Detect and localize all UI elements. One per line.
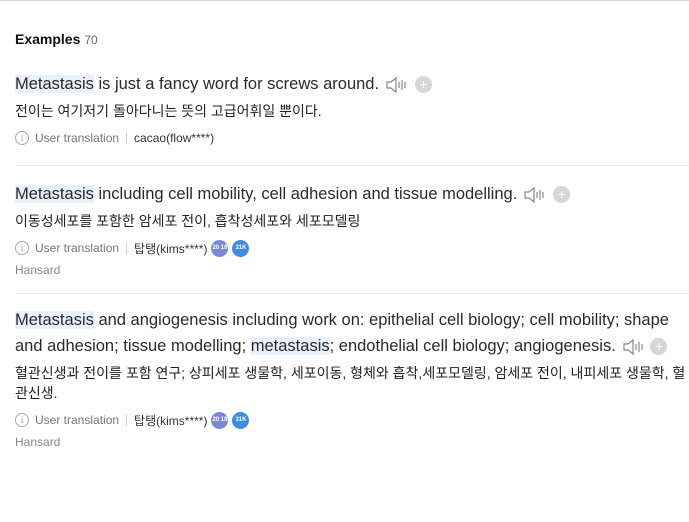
translator-user[interactable]: 탑탱(kims****) bbox=[134, 240, 207, 257]
example-translation: 전이는 여기저기 돌아다니는 뜻의 고급어휘일 뿐이다. bbox=[15, 103, 322, 119]
meta-separator bbox=[126, 132, 128, 144]
info-icon[interactable]: i bbox=[15, 131, 29, 145]
user-translation-label: User translation bbox=[35, 413, 120, 427]
translation-meta: i User translation 탑탱(kims****) 20 18 31… bbox=[15, 239, 689, 257]
user-level-badge: 20 18 bbox=[211, 411, 229, 429]
user-level-badge: 20 18 bbox=[211, 239, 229, 257]
highlight-term[interactable]: metastasis bbox=[250, 337, 330, 355]
sentence-text: is just a fancy word for screws around. bbox=[93, 75, 380, 93]
section-title: Examples bbox=[15, 31, 81, 47]
highlight-term[interactable]: Metastasis bbox=[15, 75, 94, 93]
translator-user[interactable]: 탑탱(kims****) bbox=[134, 412, 207, 429]
example-source: Hansard bbox=[15, 435, 61, 449]
example-item-3: Metastasis and angiogenesis including wo… bbox=[15, 307, 689, 449]
sentence-text: including cell mobility, cell adhesion a… bbox=[93, 185, 518, 203]
highlight-term[interactable]: Metastasis bbox=[15, 185, 94, 203]
meta-separator bbox=[126, 414, 128, 426]
user-translation-label: User translation bbox=[35, 131, 120, 145]
user-points-badge: 31K bbox=[232, 411, 250, 429]
speaker-icon[interactable] bbox=[622, 337, 646, 357]
translator-user[interactable]: cacao(flow****) bbox=[134, 131, 214, 145]
examples-list: Examples 70 Metastasis is just a fancy wo… bbox=[0, 0, 689, 457]
translation-meta: i User translation cacao(flow****) bbox=[15, 129, 689, 147]
example-divider bbox=[15, 293, 689, 294]
speaker-icon[interactable] bbox=[385, 75, 409, 95]
meta-separator bbox=[126, 242, 128, 254]
example-source: Hansard bbox=[15, 263, 61, 277]
add-to-wordbook-icon[interactable]: + bbox=[415, 76, 433, 94]
example-sentence: Metastasis including cell mobility, cell… bbox=[15, 181, 689, 207]
example-item-2: Metastasis including cell mobility, cell… bbox=[15, 181, 689, 277]
example-translation: 이동성세포를 포함한 암세포 전이, 흡착성세포와 세포모델링 bbox=[15, 213, 361, 229]
info-icon[interactable]: i bbox=[15, 413, 29, 427]
example-sentence: Metastasis is just a fancy word for scre… bbox=[15, 71, 689, 97]
speaker-icon[interactable] bbox=[523, 185, 547, 205]
example-translation: 혈관신생과 전이를 포함 연구; 상피세포 생물학, 세포이동, 형체와 흡착,… bbox=[15, 365, 686, 401]
translation-meta: i User translation 탑탱(kims****) 20 18 31… bbox=[15, 411, 689, 429]
add-to-wordbook-icon[interactable]: + bbox=[650, 338, 668, 356]
example-count: 70 bbox=[84, 33, 98, 47]
example-divider bbox=[15, 165, 689, 166]
user-translation-label: User translation bbox=[35, 241, 120, 255]
section-header: Examples 70 bbox=[15, 31, 98, 47]
sentence-text: ; endothelial cell biology; angiogenesis… bbox=[329, 337, 616, 355]
info-icon[interactable]: i bbox=[15, 241, 29, 255]
add-to-wordbook-icon[interactable]: + bbox=[553, 186, 571, 204]
user-points-badge: 31K bbox=[232, 239, 250, 257]
highlight-term[interactable]: Metastasis bbox=[15, 311, 94, 329]
example-sentence: Metastasis and angiogenesis including wo… bbox=[15, 307, 689, 359]
example-item-1: Metastasis is just a fancy word for scre… bbox=[15, 71, 689, 147]
